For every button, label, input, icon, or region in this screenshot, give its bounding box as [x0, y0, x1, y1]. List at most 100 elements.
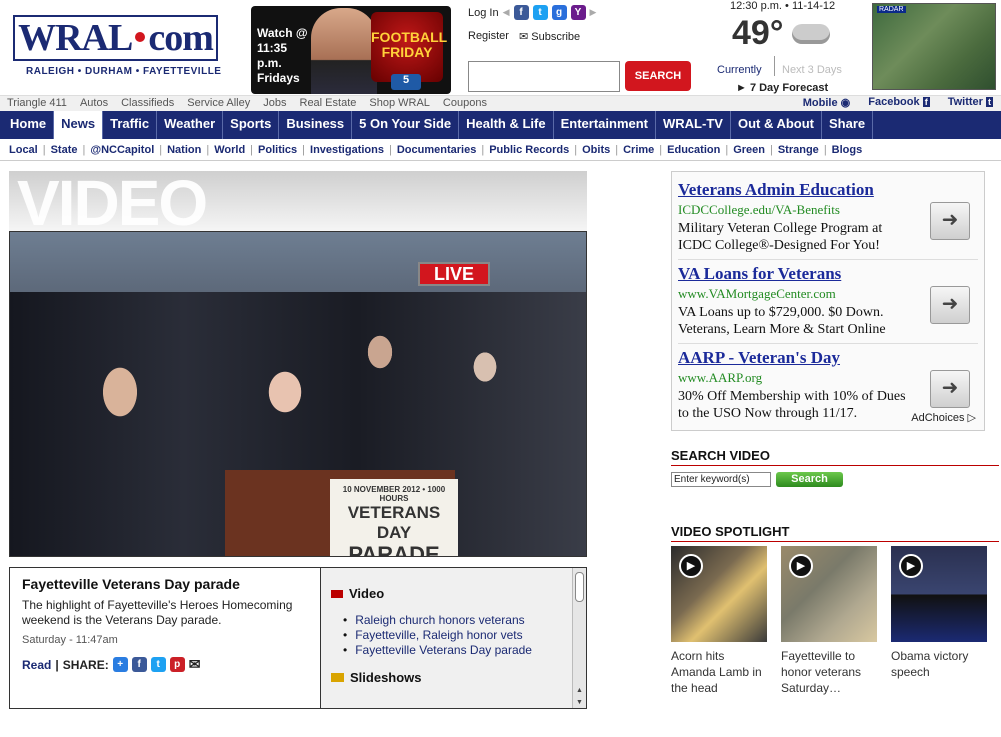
spotlight-thumbnail[interactable]: ▶ — [891, 546, 987, 642]
yahoo-icon[interactable]: Y — [570, 5, 586, 20]
video-search-button[interactable]: Search — [776, 472, 843, 487]
subnav-separator: | — [615, 143, 619, 156]
ad-description: VA Loans up to $729,000. $0 Down. Vetera… — [678, 305, 886, 337]
video-search-input[interactable] — [671, 472, 771, 487]
spotlight-item[interactable]: ▶ Obama victory speech — [891, 546, 987, 680]
facebook-icon[interactable]: f — [513, 5, 529, 20]
subnav-item-documentaries[interactable]: Documentaries — [397, 144, 476, 156]
nav-item-out-about[interactable]: Out & About — [731, 111, 823, 139]
scroll-up-icon[interactable]: ▲ — [576, 687, 583, 694]
scrollbar-thumb[interactable] — [575, 572, 584, 602]
login-link[interactable]: Log In — [468, 7, 499, 19]
site-search-input[interactable] — [468, 61, 620, 92]
play-icon[interactable]: ▶ — [679, 554, 703, 578]
spotlight-item[interactable]: ▶ Acorn hits Amanda Lamb in the head — [671, 546, 767, 696]
nav-item-wral-tv[interactable]: WRAL-TV — [656, 111, 731, 139]
radar-map[interactable]: RADAR — [872, 3, 996, 90]
read-link[interactable]: Read — [22, 658, 51, 672]
related-video-link[interactable]: Fayetteville Veterans Day parade — [355, 643, 576, 658]
channel-5-logo: 5 — [391, 74, 421, 90]
site-logo[interactable]: WRAL com — [13, 15, 218, 61]
utility-link[interactable]: Real Estate — [300, 97, 357, 109]
play-icon[interactable]: ▶ — [789, 554, 813, 578]
share-pinterest-icon[interactable]: p — [169, 657, 185, 672]
nav-item-entertainment[interactable]: Entertainment — [554, 111, 657, 139]
subnav-item-crime[interactable]: Crime — [623, 144, 654, 156]
share-twitter-icon[interactable]: t — [150, 657, 166, 672]
nav-item-health-life[interactable]: Health & Life — [459, 111, 554, 139]
share-plus-icon[interactable]: + — [112, 657, 128, 672]
site-search-button[interactable]: SEARCH — [625, 61, 691, 91]
subnav-item-green[interactable]: Green — [733, 144, 765, 156]
subnav-item-obits[interactable]: Obits — [582, 144, 610, 156]
nav-item-home[interactable]: Home — [3, 111, 55, 139]
share-email-icon[interactable]: ✉ — [189, 656, 201, 673]
register-link[interactable]: Register — [468, 30, 509, 43]
utility-link[interactable]: Coupons — [443, 97, 487, 109]
subnav-item-investigations[interactable]: Investigations — [310, 144, 384, 156]
cloudy-icon — [792, 24, 830, 44]
nav-item-news[interactable]: News — [54, 111, 104, 139]
twitter-link[interactable]: Twitter t — [948, 96, 993, 109]
slideshows-heading[interactable]: Slideshows — [331, 670, 576, 685]
ad-arrow-icon[interactable]: ➜ — [930, 370, 970, 408]
prev-arrow-icon[interactable]: ◀ — [503, 7, 510, 18]
adchoices-link[interactable]: AdChoices ▷ — [911, 411, 976, 424]
subnav-item-world[interactable]: World — [214, 144, 245, 156]
utility-link[interactable]: Shop WRAL — [369, 97, 430, 109]
weather-widget[interactable]: 12:30 p.m. • 11-14-12 49° Currently Next… — [706, 0, 866, 95]
spotlight-thumbnail[interactable]: ▶ — [781, 546, 877, 642]
related-scrollbar[interactable]: ▲ ▼ — [572, 568, 586, 708]
weather-timestamp: 12:30 p.m. • 11-14-12 — [730, 0, 836, 12]
ad-arrow-icon[interactable]: ➜ — [930, 286, 970, 324]
tab-currently[interactable]: Currently — [717, 64, 762, 76]
subnav-item-blogs[interactable]: Blogs — [832, 144, 863, 156]
ad-title[interactable]: AARP - Veteran's Day — [678, 348, 978, 368]
related-video-link[interactable]: Fayetteville, Raleigh honor vets — [355, 628, 576, 643]
tab-next-3-days[interactable]: Next 3 Days — [782, 64, 842, 76]
ad-unit[interactable]: Veterans Admin Education ICDCCollege.edu/… — [678, 176, 978, 260]
ad-arrow-icon[interactable]: ➜ — [930, 202, 970, 240]
utility-link[interactable]: Triangle 411 — [7, 97, 67, 109]
site-header: WRAL com RALEIGH • DURHAM • FAYETTEVILLE … — [0, 0, 1001, 95]
seven-day-forecast-link[interactable]: ► 7 Day Forecast — [736, 82, 828, 94]
subnav-item-nation[interactable]: Nation — [167, 144, 201, 156]
subnav-item-strange[interactable]: Strange — [778, 144, 819, 156]
play-icon[interactable]: ▶ — [899, 554, 923, 578]
facebook-link[interactable]: Facebook f — [868, 96, 930, 109]
spotlight-caption[interactable]: Acorn hits Amanda Lamb in the head — [671, 648, 767, 696]
spotlight-caption[interactable]: Fayetteville to honor veterans Saturday… — [781, 648, 877, 696]
subnav-item-state[interactable]: State — [51, 144, 78, 156]
nav-item-share[interactable]: Share — [822, 111, 874, 139]
subscribe-link[interactable]: ✉ Subscribe — [519, 30, 580, 43]
spotlight-caption[interactable]: Obama victory speech — [891, 648, 987, 680]
nav-item-business[interactable]: Business — [279, 111, 353, 139]
next-arrow-icon[interactable]: ▶ — [590, 7, 597, 18]
nav-item-traffic[interactable]: Traffic — [103, 111, 158, 139]
nav-item-weather[interactable]: Weather — [157, 111, 224, 139]
subnav-item-education[interactable]: Education — [667, 144, 720, 156]
nav-item-sports[interactable]: Sports — [223, 111, 280, 139]
utility-link[interactable]: Service Alley — [187, 97, 250, 109]
share-facebook-icon[interactable]: f — [131, 657, 147, 672]
subnav-item--nccapitol[interactable]: @NCCapitol — [90, 144, 154, 156]
nav-item-5-on-your-side[interactable]: 5 On Your Side — [352, 111, 460, 139]
subnav-item-local[interactable]: Local — [9, 144, 38, 156]
google-icon[interactable]: g — [551, 5, 567, 20]
subnav-item-politics[interactable]: Politics — [258, 144, 297, 156]
subnav-item-public-records[interactable]: Public Records — [489, 144, 569, 156]
football-friday-promo[interactable]: Watch @ 11:35 p.m. Fridays FOOTBALL FRID… — [251, 6, 451, 94]
ad-unit[interactable]: VA Loans for Veterans www.VAMortgageCente… — [678, 260, 978, 344]
scroll-down-icon[interactable]: ▼ — [576, 699, 583, 706]
spotlight-item[interactable]: ▶ Fayetteville to honor veterans Saturda… — [781, 546, 877, 696]
ad-title[interactable]: VA Loans for Veterans — [678, 264, 978, 284]
related-video-link[interactable]: Raleigh church honors veterans — [355, 613, 576, 628]
twitter-icon[interactable]: t — [532, 5, 548, 20]
spotlight-thumbnail[interactable]: ▶ — [671, 546, 767, 642]
utility-link[interactable]: Autos — [80, 97, 108, 109]
video-player[interactable]: LIVE 10 NOVEMBER 2012 • 1000 HOURS VETER… — [9, 231, 587, 557]
mobile-link[interactable]: Mobile ◉ — [803, 96, 851, 109]
ad-title[interactable]: Veterans Admin Education — [678, 180, 978, 200]
utility-link[interactable]: Classifieds — [121, 97, 174, 109]
utility-link[interactable]: Jobs — [263, 97, 286, 109]
